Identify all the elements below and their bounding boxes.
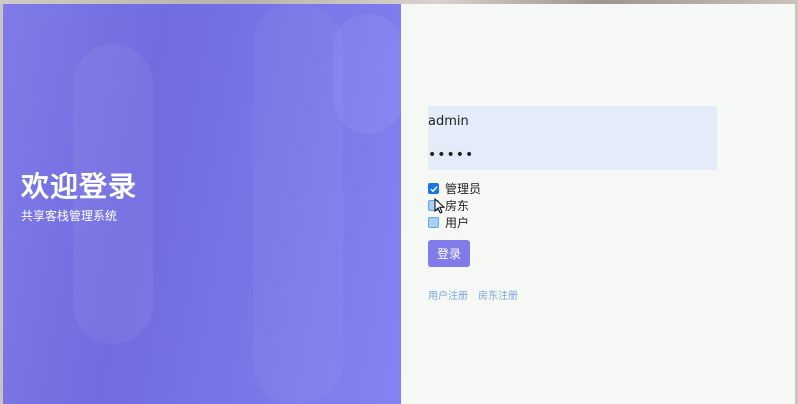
checkbox-checked[interactable] bbox=[428, 183, 439, 194]
role-selector: 管理员 房东 用户 bbox=[428, 180, 718, 231]
landlord-register-link[interactable]: 房东注册 bbox=[478, 287, 518, 302]
role-option-admin[interactable]: 管理员 bbox=[428, 180, 718, 197]
role-option-user[interactable]: 用户 bbox=[428, 214, 718, 231]
welcome-title: 欢迎登录 bbox=[21, 170, 138, 203]
background-blur-shape bbox=[333, 14, 401, 134]
system-subtitle: 共享客栈管理系统 bbox=[21, 209, 118, 223]
mouse-cursor-icon bbox=[434, 198, 445, 214]
role-label: 房东 bbox=[445, 199, 470, 213]
password-input[interactable] bbox=[428, 145, 708, 165]
checkmark-icon bbox=[429, 185, 438, 192]
login-panel: 管理员 房东 用户 登录 用户注册 房东注册 bbox=[401, 4, 795, 404]
credentials-box bbox=[428, 106, 717, 170]
register-links: 用户注册 房东注册 bbox=[428, 287, 718, 302]
role-label: 用户 bbox=[445, 216, 470, 230]
login-button[interactable]: 登录 bbox=[428, 240, 470, 267]
hero-panel: 欢迎登录 共享客栈管理系统 bbox=[3, 4, 401, 404]
checkbox-unchecked[interactable] bbox=[428, 217, 439, 228]
role-label: 管理员 bbox=[445, 182, 482, 196]
user-register-link[interactable]: 用户注册 bbox=[428, 287, 468, 302]
login-form: 管理员 房东 用户 登录 用户注册 房东注册 bbox=[428, 106, 718, 302]
welcome-block: 欢迎登录 共享客栈管理系统 bbox=[21, 170, 137, 224]
login-window: 欢迎登录 共享客栈管理系统 管理员 bbox=[3, 4, 795, 404]
role-option-landlord[interactable]: 房东 bbox=[428, 197, 718, 214]
background-blur-shape bbox=[253, 4, 343, 404]
username-input[interactable] bbox=[428, 106, 708, 132]
